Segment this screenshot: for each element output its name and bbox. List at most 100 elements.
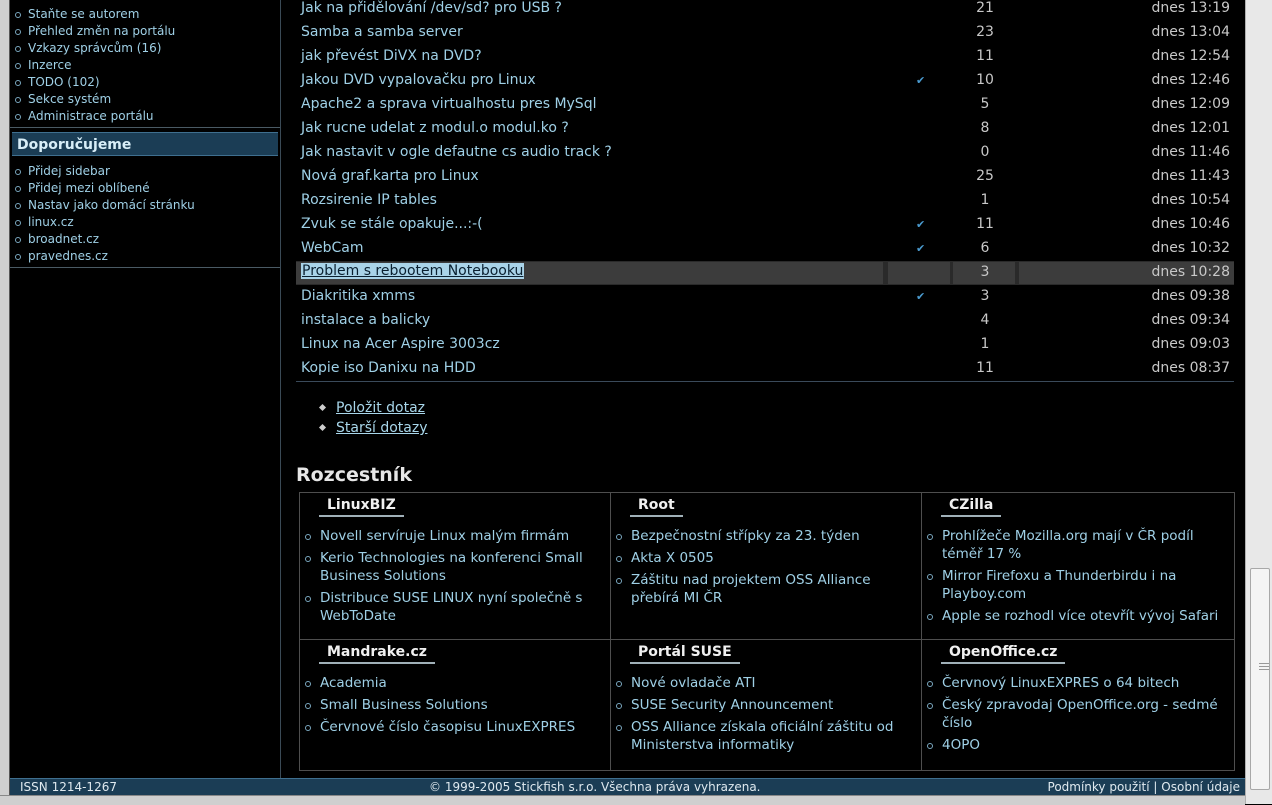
rozcestnik-section: Root Bezpečnostní střípky za 23. týden Akt…: [611, 493, 922, 640]
table-row[interactable]: Kopie iso Danixu na HDD 11 dnes 08:37: [296, 357, 1234, 381]
table-row[interactable]: Samba a samba server 23 dnes 13:04: [296, 21, 1234, 45]
table-row[interactable]: WebCam ✔ 6 dnes 10:32: [296, 237, 1234, 261]
scrollbar-thumb[interactable]: [1250, 568, 1270, 790]
table-row[interactable]: Jakou DVD vypalovačku pro Linux ✔ 10 dnes 1…: [296, 69, 1234, 93]
page-footer: ISSN 1214-1267 © 1999-2005 Stickfish s.r…: [10, 778, 1245, 796]
row-cell-highlight: [888, 262, 950, 284]
privacy-link[interactable]: Osobní údaje: [1161, 780, 1240, 794]
table-row[interactable]: Jak nastavit v ogle defautne cs audio tr…: [296, 141, 1234, 165]
question-date: dnes 12:46: [1151, 72, 1230, 88]
question-date: dnes 08:37: [1151, 360, 1230, 376]
table-row[interactable]: Diakritika xmms ✔ 3 dnes 09:38: [296, 285, 1234, 309]
sidebar-link[interactable]: Administrace portálu: [14, 108, 175, 125]
table-row[interactable]: Apache2 a sprava virtualhostu pres MySql…: [296, 93, 1234, 117]
vertical-scrollbar[interactable]: [1245, 0, 1272, 804]
question-date: dnes 11:43: [1151, 168, 1230, 184]
question-title-link[interactable]: Zvuk se stále opakuje...:-(: [301, 216, 483, 232]
article-link[interactable]: Bezpečnostní střípky za 23. týden: [615, 527, 915, 545]
article-link[interactable]: SUSE Security Announcement: [615, 696, 915, 714]
rozcestnik-section: Mandrake.cz Academia Small Business Soluti…: [300, 640, 611, 770]
table-row[interactable]: Rozsirenie IP tables 1 dnes 10:54: [296, 189, 1234, 213]
section-heading-link[interactable]: Portál SUSE: [630, 644, 740, 664]
sidebar-top-links: Staňte se autorem Přehled změn na portál…: [10, 6, 175, 125]
article-link[interactable]: Kerio Technologies na konferenci Small B…: [304, 549, 604, 585]
question-date: dnes 12:09: [1151, 96, 1230, 112]
question-title-link[interactable]: Jak na přidělování /dev/sd? pro USB ?: [301, 0, 562, 16]
table-row[interactable]: Nová graf.karta pro Linux 25 dnes 11:43: [296, 165, 1234, 189]
ask-question-link[interactable]: Položit dotaz: [317, 398, 428, 418]
recommend-link[interactable]: Přidej mezi oblíbené: [14, 180, 195, 197]
question-date: dnes 09:38: [1151, 288, 1230, 304]
question-title-link[interactable]: Problem s rebootem Notebooku: [301, 263, 525, 279]
sidebar-link[interactable]: Staňte se autorem: [14, 6, 175, 23]
table-row[interactable]: instalace a balicky 4 dnes 09:34: [296, 309, 1234, 333]
reply-count: 11: [976, 48, 994, 64]
sidebar-link[interactable]: Inzerce: [14, 57, 175, 74]
older-questions-link[interactable]: Starší dotazy: [317, 418, 428, 438]
section-heading-link[interactable]: LinuxBIZ: [319, 497, 404, 517]
recommend-title: Doporučujeme: [12, 132, 278, 156]
article-link[interactable]: Červnové číslo časopisu LinuxEXPRES: [304, 718, 604, 736]
article-link[interactable]: Prohlížeče Mozilla.org mají v ČR podíl t…: [926, 527, 1228, 563]
terms-link[interactable]: Podmínky použití: [1048, 780, 1150, 794]
table-row[interactable]: Jak rucne udelat z modul.o modul.ko ? 8 dn…: [296, 117, 1234, 141]
section-heading-link[interactable]: OpenOffice.cz: [941, 644, 1066, 664]
question-title-link[interactable]: Samba a samba server: [301, 24, 463, 40]
question-date: dnes 13:19: [1151, 0, 1230, 16]
rozcestnik-section: Portál SUSE Nové ovladače ATI SUSE Securit…: [611, 640, 922, 770]
article-link[interactable]: Apple se rozhodl více otevřít vývoj Safa…: [926, 607, 1228, 625]
question-date: dnes 13:04: [1151, 24, 1230, 40]
section-article-list: Prohlížeče Mozilla.org mají v ČR podíl t…: [926, 527, 1228, 629]
sidebar-link[interactable]: Sekce systém: [14, 91, 175, 108]
article-link[interactable]: OSS Alliance získala oficiální záštitu o…: [615, 718, 915, 754]
solved-check-icon: ✔: [916, 218, 926, 231]
table-row[interactable]: Zvuk se stále opakuje...:-(✔ 11 dnes 10:46: [296, 213, 1234, 237]
sidebar-link[interactable]: Přehled změn na portálu: [14, 23, 175, 40]
table-row[interactable]: jak převést DiVX na DVD? 11 dnes 12:54: [296, 45, 1234, 69]
table-row[interactable]: Jak na přidělování /dev/sd? pro USB ? 21 d…: [296, 0, 1234, 21]
question-title-link[interactable]: Jakou DVD vypalovačku pro Linux: [301, 72, 536, 88]
section-heading-link[interactable]: Root: [630, 497, 683, 517]
article-link[interactable]: Červnový LinuxEXPRES o 64 bitech: [926, 674, 1228, 692]
section-heading-link[interactable]: CZilla: [941, 497, 1002, 517]
reply-count: 8: [980, 120, 990, 136]
question-title-link[interactable]: Kopie iso Danixu na HDD: [301, 360, 476, 376]
question-title-link[interactable]: Jak rucne udelat z modul.o modul.ko ?: [301, 120, 569, 136]
reply-count: 6: [980, 240, 990, 256]
question-title-link[interactable]: Linux na Acer Aspire 3003cz: [301, 336, 500, 352]
question-title-link[interactable]: Apache2 a sprava virtualhostu pres MySql: [301, 96, 596, 112]
recommend-link[interactable]: broadnet.cz: [14, 231, 195, 248]
article-link[interactable]: Nové ovladače ATI: [615, 674, 915, 692]
sidebar-link[interactable]: TODO (102): [14, 74, 175, 91]
section-article-list: Novell servíruje Linux malým firmám Kerio…: [304, 527, 604, 629]
question-date: dnes 10:54: [1151, 192, 1230, 208]
article-link[interactable]: 4OPO: [926, 736, 1228, 754]
reply-count: 11: [976, 216, 994, 232]
recommend-link[interactable]: pravednes.cz: [14, 248, 195, 265]
sidebar-link[interactable]: Vzkazy správcům (16): [14, 40, 175, 57]
article-link[interactable]: Novell servíruje Linux malým firmám: [304, 527, 604, 545]
article-link[interactable]: Akta X 0505: [615, 549, 915, 567]
question-title-link[interactable]: instalace a balicky: [301, 312, 430, 328]
table-row[interactable]: Problem s rebootem Notebooku 3 dnes 10:28: [296, 261, 1234, 285]
article-link[interactable]: Záštitu nad projektem OSS Alliance přebí…: [615, 571, 915, 607]
article-link[interactable]: Small Business Solutions: [304, 696, 604, 714]
article-link[interactable]: Český zpravodaj OpenOffice.org - sedmé č…: [926, 696, 1228, 732]
recommend-link[interactable]: linux.cz: [14, 214, 195, 231]
question-date: dnes 12:54: [1151, 48, 1230, 64]
recommend-link[interactable]: Nastav jako domácí stránku: [14, 197, 195, 214]
article-link[interactable]: Distribuce SUSE LINUX nyní společně s We…: [304, 589, 604, 625]
question-title-link[interactable]: Jak nastavit v ogle defautne cs audio tr…: [301, 144, 612, 160]
section-heading-link[interactable]: Mandrake.cz: [319, 644, 435, 664]
article-link[interactable]: Mirror Firefoxu a Thunderbirdu i na Play…: [926, 567, 1228, 603]
question-title-link[interactable]: jak převést DiVX na DVD?: [301, 48, 482, 64]
recommend-link[interactable]: Přidej sidebar: [14, 163, 195, 180]
question-title-link[interactable]: Nová graf.karta pro Linux: [301, 168, 479, 184]
question-title-link[interactable]: Diakritika xmms: [301, 288, 415, 304]
table-row[interactable]: Linux na Acer Aspire 3003cz 1 dnes 09:03: [296, 333, 1234, 357]
sidebar: Staňte se autorem Přehled změn na portál…: [10, 0, 281, 778]
article-link[interactable]: Academia: [304, 674, 604, 692]
question-title-link[interactable]: Rozsirenie IP tables: [301, 192, 437, 208]
sidebar-divider: [10, 127, 280, 128]
question-title-link[interactable]: WebCam: [301, 240, 364, 256]
